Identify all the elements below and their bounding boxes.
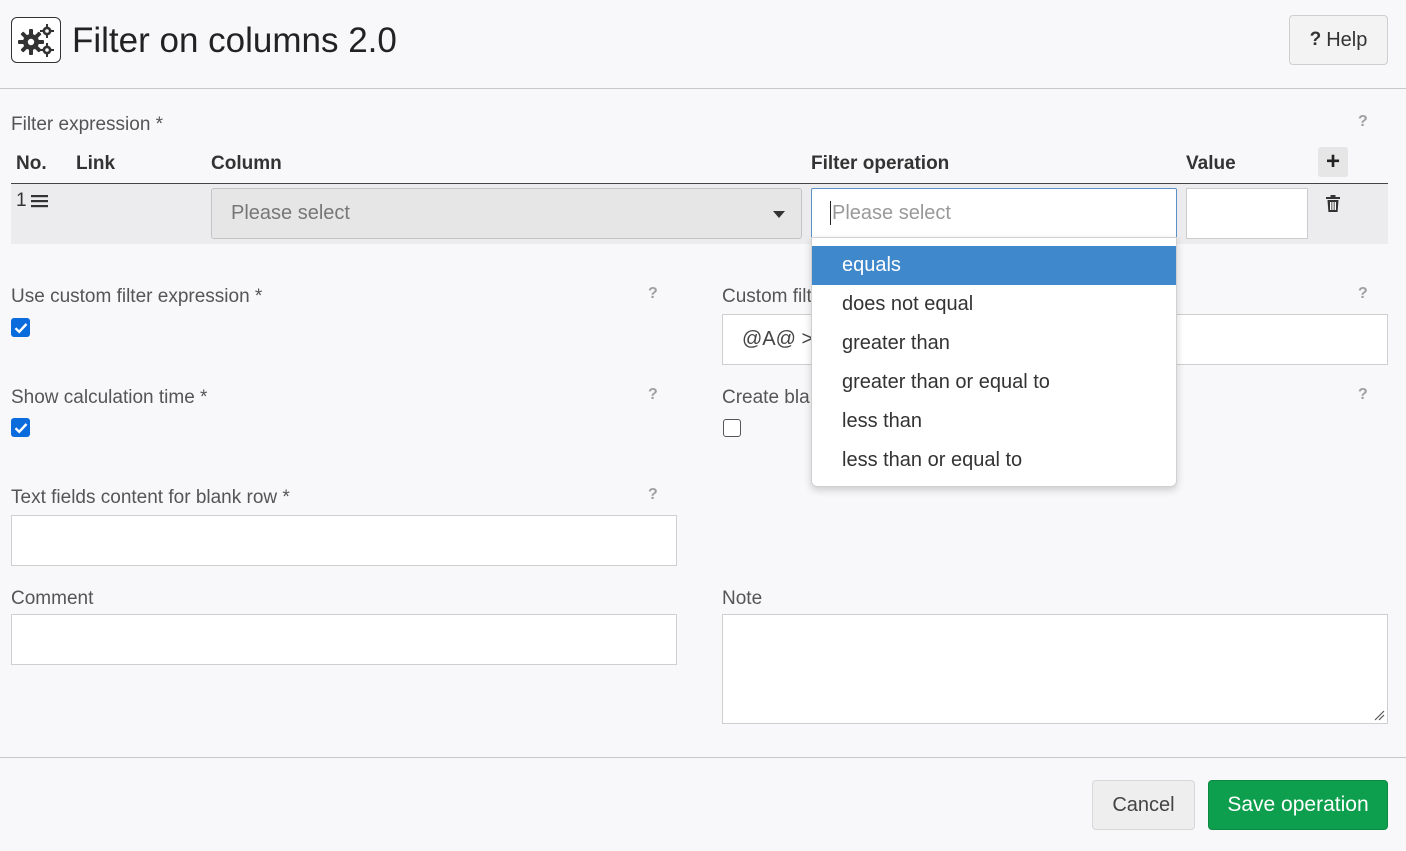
dropdown-option-does-not-equal[interactable]: does not equal	[812, 285, 1176, 324]
show-calc-time-checkbox[interactable]	[11, 418, 30, 437]
custom-filter-help-icon[interactable]: ?	[1358, 285, 1368, 303]
caret-down-icon	[773, 211, 785, 218]
text-cursor	[830, 201, 831, 225]
filter-operation-dropdown: equals does not equal greater than great…	[811, 237, 1177, 487]
show-calc-time-label: Show calculation time *	[11, 387, 208, 408]
filter-operation-placeholder: Please select	[832, 201, 951, 224]
filter-operation-input[interactable]: Please select	[811, 188, 1177, 238]
dropdown-option-less-than[interactable]: less than	[812, 402, 1176, 441]
text-fields-blank-row-help-icon[interactable]: ?	[648, 486, 658, 504]
dropdown-option-less-than-or-equal[interactable]: less than or equal to	[812, 441, 1176, 480]
help-button-label: Help	[1326, 28, 1368, 51]
dropdown-option-greater-than-or-equal[interactable]: greater than or equal to	[812, 363, 1176, 402]
check-icon	[14, 422, 27, 434]
footer-divider	[0, 757, 1406, 758]
comment-label: Comment	[11, 588, 94, 609]
save-operation-button[interactable]: Save operation	[1208, 780, 1388, 830]
column-header-value: Value	[1186, 153, 1236, 174]
column-select-value: Please select	[231, 202, 350, 224]
check-icon	[14, 322, 27, 334]
dropdown-option-equals[interactable]: equals	[812, 246, 1176, 285]
filter-expression-label: Filter expression *	[11, 114, 164, 135]
custom-filter-value: @A@ >	[742, 328, 814, 350]
row-number: 1	[16, 190, 49, 212]
create-blank-label: Create bla	[722, 387, 810, 408]
comment-input[interactable]	[11, 614, 677, 665]
text-fields-blank-row-label: Text fields content for blank row *	[11, 487, 290, 508]
resize-handle-icon[interactable]	[1373, 709, 1385, 721]
note-label: Note	[722, 588, 763, 609]
note-textarea[interactable]	[722, 614, 1388, 724]
cancel-button[interactable]: Cancel	[1092, 780, 1195, 830]
help-button[interactable]: ? Help	[1289, 15, 1388, 65]
value-input[interactable]	[1186, 188, 1308, 239]
column-header-filter-operation: Filter operation	[811, 153, 950, 174]
create-blank-help-icon[interactable]: ?	[1358, 386, 1368, 404]
use-custom-filter-label: Use custom filter expression *	[11, 286, 263, 307]
create-blank-checkbox[interactable]	[723, 419, 741, 437]
dropdown-option-greater-than[interactable]: greater than	[812, 324, 1176, 363]
row-number-text: 1	[16, 190, 27, 211]
text-fields-blank-row-input[interactable]	[11, 515, 677, 566]
drag-handle-icon[interactable]	[30, 193, 49, 209]
filter-expression-help-icon[interactable]: ?	[1358, 113, 1368, 131]
question-icon: ?	[1309, 29, 1322, 50]
column-header-column: Column	[211, 153, 282, 174]
gears-icon	[11, 17, 61, 63]
column-header-no: No.	[16, 153, 47, 174]
use-custom-filter-help-icon[interactable]: ?	[648, 285, 658, 303]
plus-icon: +	[1325, 148, 1340, 175]
trash-icon[interactable]	[1326, 195, 1340, 217]
show-calc-time-help-icon[interactable]: ?	[648, 386, 658, 404]
page-title: Filter on columns 2.0	[72, 21, 397, 60]
use-custom-filter-checkbox[interactable]	[11, 318, 30, 337]
add-row-button[interactable]: +	[1318, 147, 1348, 177]
custom-filter-label: Custom filt	[722, 286, 812, 307]
column-header-link: Link	[76, 153, 116, 174]
column-select[interactable]: Please select	[211, 188, 802, 239]
